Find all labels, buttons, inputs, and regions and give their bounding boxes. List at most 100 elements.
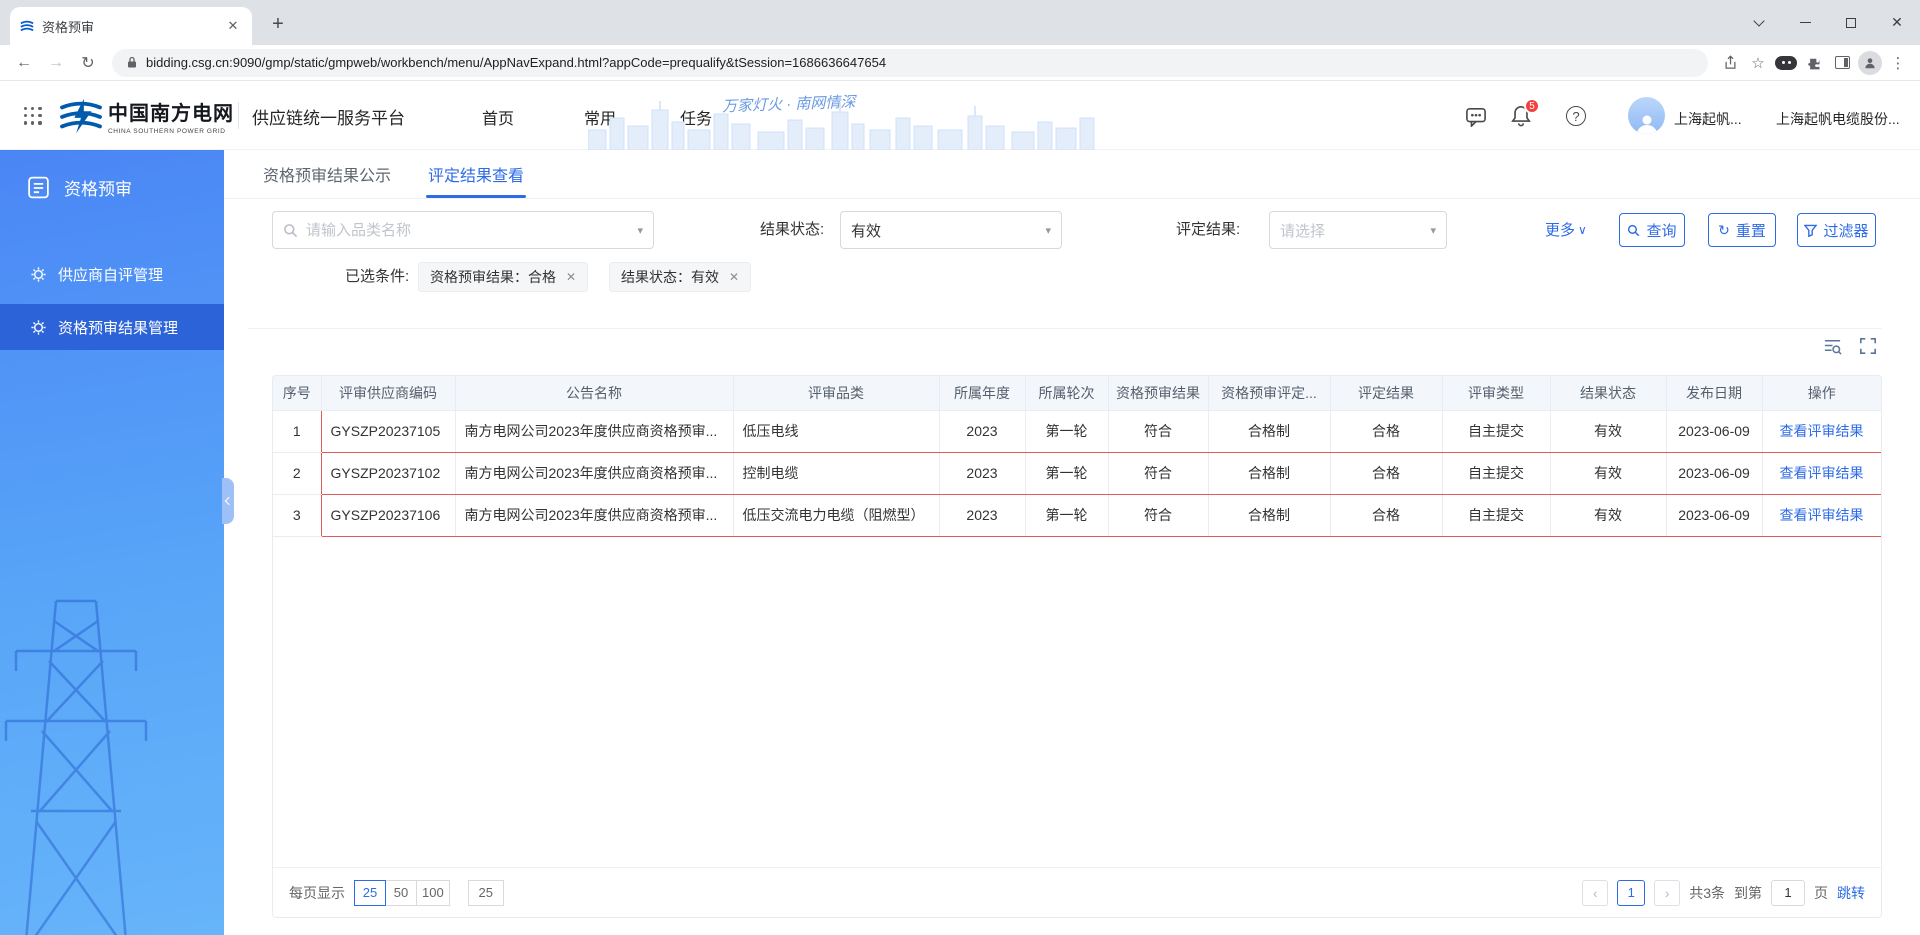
cityscape-watermark: 万家灯火 · 南网情深 — [588, 89, 1108, 150]
results-table-card: 序号 评审供应商编码 公告名称 评审品类 所属年度 所属轮次 资格预审结果 资格预审评定...… — [272, 375, 1882, 918]
table-body: 1 GYSZP20237105 南方电网公司2023年度供应商资格预审... 低压电线… — [273, 409, 1881, 537]
cell-announcement: 南方电网公司2023年度供应商资格预审... — [454, 409, 734, 453]
window-close-button[interactable]: ✕ — [1874, 0, 1920, 45]
main-content: 资格预审结果公示 评定结果查看 ▾ 结果状态: 有效 ▾ 评定结果: 请选择 ▾… — [224, 150, 1920, 935]
cell-action: 查看评审结果 — [1761, 451, 1881, 495]
table-row: 2 GYSZP20237102 南方电网公司2023年度供应商资格预审... 控制电缆… — [273, 451, 1881, 495]
tab-evaluation-result-view[interactable]: 评定结果查看 — [426, 150, 527, 198]
window-minimize-button[interactable] — [1782, 0, 1828, 45]
share-icon[interactable] — [1718, 51, 1742, 75]
column-header: 资格预审评定... — [1207, 376, 1331, 411]
query-button[interactable]: 查询 — [1619, 213, 1685, 247]
apps-grid-icon[interactable] — [24, 107, 42, 125]
back-icon[interactable]: ← — [10, 49, 38, 77]
cell-action: 查看评审结果 — [1761, 409, 1881, 453]
table-tools — [1822, 336, 1878, 356]
column-header: 评审类型 — [1441, 376, 1551, 411]
window-maximize-button[interactable] — [1828, 0, 1874, 45]
caret-down-icon: ▾ — [1045, 225, 1051, 237]
pager-controls: ‹ 1 › 共3条 到第 页 跳转 — [1582, 879, 1865, 906]
url-bar[interactable]: bidding.csg.cn:9090/gmp/static/gmpweb/wo… — [112, 48, 1708, 77]
extensions-puzzle-icon[interactable] — [1802, 51, 1826, 75]
bookmark-star-icon[interactable]: ☆ — [1746, 51, 1770, 75]
view-review-result-link[interactable]: 查看评审结果 — [1780, 465, 1864, 481]
cell-category: 控制电缆 — [732, 451, 940, 495]
cell-date: 2023-06-09 — [1665, 409, 1763, 453]
result-select-placeholder: 请选择 — [1280, 222, 1326, 240]
sidebar-item-prequalify[interactable]: 资格预审 — [0, 166, 224, 208]
category-search-input[interactable] — [306, 221, 625, 239]
nav-item-tasks[interactable]: 任务 — [680, 105, 712, 129]
browser-toolbar: ← → ↻ bidding.csg.cn:9090/gmp/static/gmp… — [0, 45, 1920, 81]
fullscreen-icon[interactable] — [1858, 336, 1878, 356]
column-header: 评审品类 — [732, 376, 940, 411]
filter-button[interactable]: 过滤器 — [1797, 213, 1876, 247]
tab-search-icon[interactable] — [1736, 0, 1782, 45]
column-header: 评定结果 — [1329, 376, 1443, 411]
new-tab-button[interactable]: + — [264, 10, 292, 38]
view-review-result-link[interactable]: 查看评审结果 — [1780, 507, 1864, 523]
funnel-icon — [1804, 224, 1818, 237]
cell-status: 有效 — [1549, 493, 1667, 537]
cell-prequalify-result: 符合 — [1107, 409, 1209, 453]
platform-title: 供应链统一服务平台 — [252, 109, 405, 128]
window-controls: ✕ — [1736, 0, 1920, 45]
user-name-short[interactable]: 上海起帆... — [1674, 109, 1742, 129]
cell-review-type: 自主提交 — [1441, 409, 1551, 453]
jump-button[interactable]: 跳转 — [1837, 883, 1865, 903]
browser-profile-icon[interactable] — [1858, 50, 1882, 75]
goto-page-input[interactable] — [1771, 879, 1805, 906]
pagination-bar: 每页显示 25 50 100 25 ‹ 1 › 共3条 到第 页 跳转 — [273, 867, 1881, 917]
caret-down-icon: ▾ — [637, 225, 643, 237]
filter-label: 过滤器 — [1823, 222, 1869, 240]
message-icon[interactable] — [1464, 105, 1488, 129]
nav-item-common[interactable]: 常用 — [584, 105, 616, 129]
cell-eval-result: 合格 — [1329, 409, 1443, 453]
view-review-result-link[interactable]: 查看评审结果 — [1780, 423, 1864, 439]
notification-bell-icon[interactable]: 5 — [1510, 98, 1540, 128]
cell-year: 2023 — [938, 451, 1026, 495]
page-size-50-button[interactable]: 50 — [385, 879, 417, 906]
browser-menu-icon[interactable]: ⋮ — [1886, 51, 1910, 75]
tag-close-icon[interactable]: ✕ — [729, 270, 739, 284]
column-header: 所属轮次 — [1024, 376, 1109, 411]
user-company-name[interactable]: 上海起帆电缆股份... — [1776, 109, 1900, 129]
filters-row: ▾ 结果状态: 有效 ▾ 评定结果: 请选择 ▾ 更多 ∨ 查询 ↻ 重置 过滤… — [224, 211, 1920, 249]
cell-code: GYSZP20237102 — [320, 451, 456, 495]
next-page-icon[interactable]: › — [1654, 879, 1681, 906]
cell-code: GYSZP20237105 — [320, 409, 456, 453]
column-settings-icon[interactable] — [1822, 336, 1842, 356]
help-icon[interactable]: ? — [1566, 106, 1586, 126]
column-header: 资格预审结果 — [1107, 376, 1209, 411]
tag-close-icon[interactable]: ✕ — [566, 270, 576, 284]
more-filters-link[interactable]: 更多 ∨ — [1545, 219, 1587, 240]
sidebar-collapse-handle[interactable] — [222, 478, 234, 524]
forward-icon[interactable]: → — [42, 49, 70, 77]
column-header: 公告名称 — [454, 376, 734, 411]
page-number-button[interactable]: 1 — [1617, 879, 1646, 906]
nav-item-home[interactable]: 首页 — [482, 105, 514, 129]
category-search-box[interactable]: ▾ — [272, 211, 654, 249]
status-select[interactable]: 有效 ▾ — [840, 211, 1062, 249]
column-header: 结果状态 — [1549, 376, 1667, 411]
reset-button[interactable]: ↻ 重置 — [1708, 213, 1776, 247]
result-select[interactable]: 请选择 ▾ — [1269, 211, 1447, 249]
reload-icon[interactable]: ↻ — [74, 49, 102, 77]
sidebar-item-supplier-self-eval[interactable]: 供应商自评管理 — [0, 255, 224, 293]
sidebar-item-prequalify-result-mgmt[interactable]: 资格预审结果管理 — [0, 304, 224, 350]
screen: { "colors": { "accent": "#2e6be6", "side… — [0, 0, 1920, 935]
user-avatar[interactable] — [1628, 97, 1665, 134]
page-size-100-button[interactable]: 100 — [416, 879, 450, 906]
tab-close-icon[interactable]: ✕ — [224, 17, 242, 35]
cell-eval-result: 合格 — [1329, 493, 1443, 537]
extension-pill-icon[interactable] — [1774, 51, 1798, 75]
column-header: 序号 — [273, 376, 322, 411]
tab-prequalify-result-publicity[interactable]: 资格预审结果公示 — [261, 150, 393, 198]
cell-no: 1 — [273, 409, 321, 453]
prev-page-icon[interactable]: ‹ — [1582, 879, 1609, 906]
page-size-25-button[interactable]: 25 — [354, 879, 386, 906]
page-size-current[interactable]: 25 — [467, 879, 504, 906]
cell-eval-result: 合格 — [1329, 451, 1443, 495]
browser-tab[interactable]: 资格预审 ✕ — [10, 7, 252, 45]
side-panel-icon[interactable] — [1830, 51, 1854, 75]
